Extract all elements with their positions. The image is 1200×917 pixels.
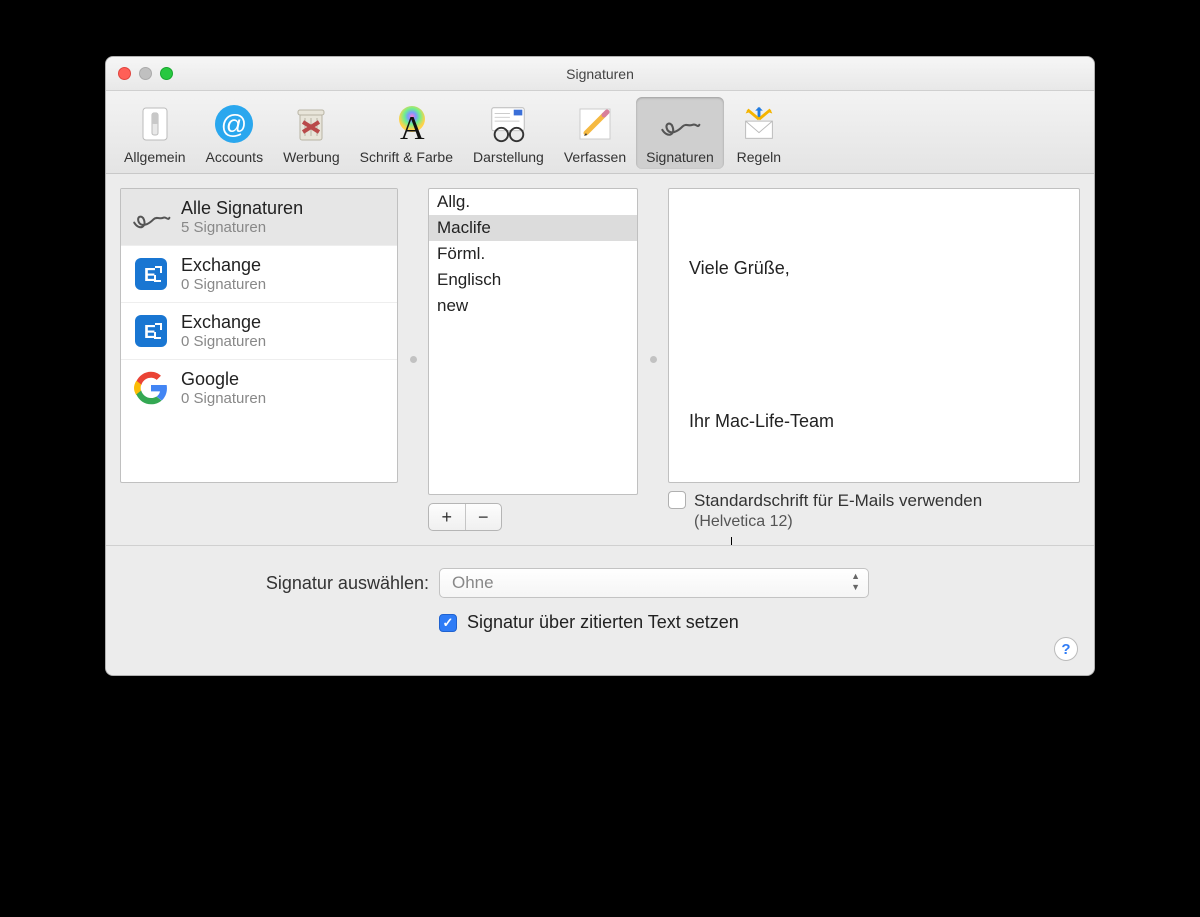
remove-signature-button[interactable]: −: [466, 504, 502, 530]
divider-handle-1[interactable]: [408, 188, 418, 531]
window-title: Signaturen: [106, 66, 1094, 82]
svg-text:@: @: [221, 109, 247, 139]
signatures-content: Alle Signaturen 5 Signaturen E Exchange …: [106, 174, 1094, 545]
account-name: Google: [181, 369, 266, 390]
tab-rules[interactable]: Regeln: [724, 97, 794, 169]
account-google[interactable]: Google 0 Signaturen: [121, 360, 397, 416]
signature-name-list[interactable]: Allg. Maclife Förml. Englisch new: [428, 188, 638, 495]
exchange-icon: E: [131, 254, 171, 294]
signature-editor[interactable]: Viele Grüße, Ihr Mac-Life-Team: [668, 188, 1080, 483]
exchange-icon: E: [131, 311, 171, 351]
signature-item[interactable]: Maclife: [429, 215, 637, 241]
close-window-button[interactable]: [118, 67, 131, 80]
tab-general[interactable]: Allgemein: [114, 97, 195, 169]
signature-icon: [659, 103, 701, 145]
account-sub: 0 Signaturen: [181, 276, 266, 293]
account-sub: 0 Signaturen: [181, 333, 266, 350]
accounts-list[interactable]: Alle Signaturen 5 Signaturen E Exchange …: [120, 188, 398, 483]
at-icon: @: [213, 103, 255, 145]
rules-icon: [738, 103, 780, 145]
above-quoted-checkbox[interactable]: [439, 614, 457, 632]
tab-accounts[interactable]: @ Accounts: [195, 97, 273, 169]
tab-signatures[interactable]: Signaturen: [636, 97, 724, 169]
font-icon: A: [385, 103, 427, 145]
add-signature-button[interactable]: +: [429, 504, 466, 530]
add-remove-group: + −: [428, 503, 502, 531]
signature-item[interactable]: Englisch: [429, 267, 637, 293]
signature-item[interactable]: Förml.: [429, 241, 637, 267]
account-sub: 0 Signaturen: [181, 390, 266, 407]
tab-label: Accounts: [205, 149, 263, 165]
account-exchange-2[interactable]: E Exchange 0 Signaturen: [121, 303, 397, 360]
editor-line: Viele Grüße,: [689, 255, 1059, 282]
tab-label: Signaturen: [646, 149, 714, 165]
tab-label: Darstellung: [473, 149, 544, 165]
window-controls: [118, 67, 173, 80]
trash-icon: [290, 103, 332, 145]
tab-label: Schrift & Farbe: [360, 149, 453, 165]
editor-line: Ihr Mac-Life-Team: [689, 408, 1059, 435]
google-icon: [131, 368, 171, 408]
titlebar: Signaturen: [106, 57, 1094, 91]
tab-viewing[interactable]: Darstellung: [463, 97, 554, 169]
tab-compose[interactable]: Verfassen: [554, 97, 636, 169]
signature-item[interactable]: new: [429, 293, 637, 319]
account-name: Exchange: [181, 255, 266, 276]
tab-label: Werbung: [283, 149, 340, 165]
choose-signature-label: Signatur auswählen:: [124, 573, 429, 594]
account-exchange-1[interactable]: E Exchange 0 Signaturen: [121, 246, 397, 303]
tab-junk[interactable]: Werbung: [273, 97, 350, 169]
zoom-window-button[interactable]: [160, 67, 173, 80]
divider-handle-2[interactable]: [648, 188, 658, 531]
signature-icon: [131, 197, 171, 237]
account-sub: 5 Signaturen: [181, 219, 303, 236]
above-quoted-label: Signatur über zitierten Text setzen: [467, 612, 739, 633]
select-value: Ohne: [452, 573, 494, 593]
account-all-signatures[interactable]: Alle Signaturen 5 Signaturen: [121, 189, 397, 246]
default-font-checkbox[interactable]: [668, 491, 686, 509]
glasses-icon: [487, 103, 529, 145]
svg-text:A: A: [400, 110, 425, 145]
signatures-footer: Signatur auswählen: Ohne ▲▼ Signatur übe…: [106, 545, 1094, 675]
account-name: Exchange: [181, 312, 266, 333]
account-name: Alle Signaturen: [181, 198, 303, 219]
preferences-toolbar: Allgemein @ Accounts: [106, 91, 1094, 174]
minimize-window-button[interactable]: [139, 67, 152, 80]
tab-label: Verfassen: [564, 149, 626, 165]
pencil-icon: [574, 103, 616, 145]
tab-fonts-colors[interactable]: A Schrift & Farbe: [350, 97, 463, 169]
switch-icon: [134, 103, 176, 145]
preferences-window: Signaturen Allgemein @ Accounts: [105, 56, 1095, 676]
chevron-up-down-icon: ▲▼: [851, 572, 860, 592]
signature-item[interactable]: Allg.: [429, 189, 637, 215]
help-button[interactable]: ?: [1054, 637, 1078, 661]
tab-label: Allgemein: [124, 149, 185, 165]
choose-signature-select[interactable]: Ohne ▲▼: [439, 568, 869, 598]
tab-label: Regeln: [737, 149, 781, 165]
